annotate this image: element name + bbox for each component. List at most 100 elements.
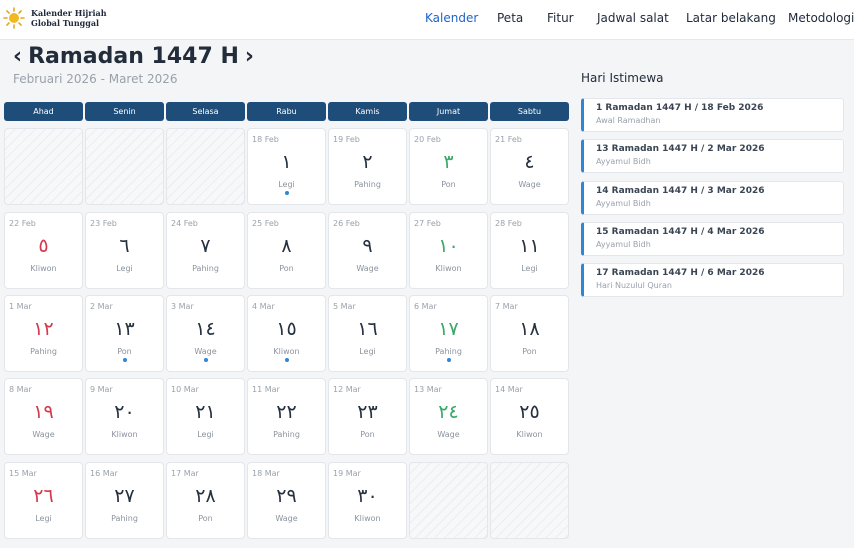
calendar-day[interactable]: 19 Mar ٣٠ Kliwon xyxy=(328,462,407,539)
nav-metodologi[interactable]: Metodologi xyxy=(788,11,854,25)
hijri-day-number: ٢٥ xyxy=(519,401,540,423)
event-dot-icon xyxy=(204,358,208,362)
prev-month-button[interactable]: ‹ xyxy=(13,45,22,69)
calendar-day[interactable]: 12 Mar ٢٣ Pon xyxy=(328,378,407,455)
special-day-item[interactable]: 1 Ramadan 1447 H / 18 Feb 2026 Awal Ramad… xyxy=(581,98,844,132)
gregorian-date: 24 Feb xyxy=(171,219,198,228)
calendar-day[interactable]: 20 Feb ٣ Pon xyxy=(409,128,488,205)
hijri-day-number: ١٦ xyxy=(357,318,378,340)
pasaran-label: Legi xyxy=(35,514,52,523)
calendar-day[interactable]: 16 Mar ٢٧ Pahing xyxy=(85,462,164,539)
calendar-day[interactable]: 21 Feb ٤ Wage xyxy=(490,128,569,205)
calendar-day[interactable]: 4 Mar ١٥ Kliwon xyxy=(247,295,326,372)
gregorian-date: 19 Feb xyxy=(333,135,360,144)
calendar-day[interactable]: 18 Mar ٢٩ Wage xyxy=(247,462,326,539)
hijri-day-number: ٢٨ xyxy=(195,485,216,507)
brand-name[interactable]: Kalender Hijriah Global Tunggal xyxy=(31,8,107,28)
weekday-ahad: Ahad xyxy=(4,102,83,121)
event-dot-icon xyxy=(123,358,127,362)
hijri-day-number: ٤ xyxy=(524,151,535,173)
calendar-day[interactable]: 1 Mar ١٢ Pahing xyxy=(4,295,83,372)
gregorian-date: 19 Mar xyxy=(333,469,361,478)
calendar-day[interactable]: 24 Feb ٧ Pahing xyxy=(166,212,245,289)
gregorian-date: 22 Feb xyxy=(9,219,36,228)
hijri-day-number: ٧ xyxy=(200,235,211,257)
gregorian-date: 8 Mar xyxy=(9,385,32,394)
nav-peta[interactable]: Peta xyxy=(497,11,523,25)
calendar-day[interactable]: 5 Mar ١٦ Legi xyxy=(328,295,407,372)
gregorian-date: 9 Mar xyxy=(90,385,113,394)
calendar-day[interactable]: 10 Mar ٢١ Legi xyxy=(166,378,245,455)
gregorian-date: 23 Feb xyxy=(90,219,117,228)
calendar-day[interactable]: 3 Mar ١٤ Wage xyxy=(166,295,245,372)
weekday-jumat: Jumat xyxy=(409,102,488,121)
gregorian-date: 28 Feb xyxy=(495,219,522,228)
special-day-item[interactable]: 17 Ramadan 1447 H / 6 Mar 2026 Hari Nuzul… xyxy=(581,263,844,297)
brand-line-2: Global Tunggal xyxy=(31,18,100,28)
special-day-item[interactable]: 14 Ramadan 1447 H / 3 Mar 2026 Ayyamul Bi… xyxy=(581,181,844,215)
pasaran-label: Pahing xyxy=(273,430,300,439)
next-month-button[interactable]: › xyxy=(245,45,254,69)
pasaran-label: Pon xyxy=(117,347,132,356)
weekday-sabtu: Sabtu xyxy=(490,102,569,121)
calendar-day[interactable]: 9 Mar ٢٠ Kliwon xyxy=(85,378,164,455)
calendar-day[interactable]: 7 Mar ١٨ Pon xyxy=(490,295,569,372)
pasaran-label: Wage xyxy=(518,180,541,189)
calendar-day[interactable]: 18 Feb ١ Legi xyxy=(247,128,326,205)
calendar-cell-empty xyxy=(166,128,245,205)
hijri-day-number: ١٩ xyxy=(33,401,54,423)
calendar-day[interactable]: 11 Mar ٢٢ Pahing xyxy=(247,378,326,455)
calendar-cell-empty xyxy=(490,462,569,539)
gregorian-date: 27 Feb xyxy=(414,219,441,228)
calendar-day[interactable]: 23 Feb ٦ Legi xyxy=(85,212,164,289)
calendar-day[interactable]: 28 Feb ١١ Legi xyxy=(490,212,569,289)
nav-latar-belakang[interactable]: Latar belakang xyxy=(686,11,776,25)
gregorian-date: 25 Feb xyxy=(252,219,279,228)
pasaran-label: Kliwon xyxy=(435,264,462,273)
hijri-day-number: ٢٤ xyxy=(438,401,459,423)
nav-fitur[interactable]: Fitur xyxy=(547,11,574,25)
gregorian-date: 18 Mar xyxy=(252,469,280,478)
calendar-cell-empty xyxy=(4,128,83,205)
gregorian-date: 11 Mar xyxy=(252,385,280,394)
gregorian-date: 3 Mar xyxy=(171,302,194,311)
pasaran-label: Pon xyxy=(279,264,294,273)
calendar-day[interactable]: 2 Mar ١٣ Pon xyxy=(85,295,164,372)
hijri-day-number: ٢ xyxy=(362,151,373,173)
nav-kalender[interactable]: Kalender xyxy=(425,11,478,25)
gregorian-date: 17 Mar xyxy=(171,469,199,478)
gregorian-date: 12 Mar xyxy=(333,385,361,394)
calendar-day[interactable]: 8 Mar ١٩ Wage xyxy=(4,378,83,455)
special-day-title: 14 Ramadan 1447 H / 3 Mar 2026 xyxy=(596,186,765,196)
calendar-day[interactable]: 27 Feb ١٠ Kliwon xyxy=(409,212,488,289)
calendar-day[interactable]: 14 Mar ٢٥ Kliwon xyxy=(490,378,569,455)
pasaran-label: Wage xyxy=(32,430,55,439)
calendar-day[interactable]: 15 Mar ٢٦ Legi xyxy=(4,462,83,539)
pasaran-label: Wage xyxy=(356,264,379,273)
calendar-day[interactable]: 22 Feb ٥ Kliwon xyxy=(4,212,83,289)
pasaran-label: Kliwon xyxy=(30,264,57,273)
special-day-item[interactable]: 13 Ramadan 1447 H / 2 Mar 2026 Ayyamul Bi… xyxy=(581,139,844,173)
special-day-subtitle: Ayyamul Bidh xyxy=(596,240,651,249)
hijri-day-number: ٣ xyxy=(443,151,454,173)
special-day-item[interactable]: 15 Ramadan 1447 H / 4 Mar 2026 Ayyamul Bi… xyxy=(581,222,844,256)
hijri-day-number: ٢٩ xyxy=(276,485,297,507)
hijri-day-number: ٢٧ xyxy=(114,485,135,507)
calendar-day[interactable]: 6 Mar ١٧ Pahing xyxy=(409,295,488,372)
pasaran-label: Kliwon xyxy=(354,514,381,523)
hijri-day-number: ٢١ xyxy=(195,401,216,423)
event-dot-icon xyxy=(447,358,451,362)
pasaran-label: Pahing xyxy=(111,514,138,523)
calendar-day[interactable]: 13 Mar ٢٤ Wage xyxy=(409,378,488,455)
sun-logo-icon[interactable] xyxy=(3,7,25,29)
calendar-day[interactable]: 17 Mar ٢٨ Pon xyxy=(166,462,245,539)
hijri-day-number: ٩ xyxy=(362,235,373,257)
hijri-day-number: ١٥ xyxy=(276,318,297,340)
weekday-kamis: Kamis xyxy=(328,102,407,121)
gregorian-date: 4 Mar xyxy=(252,302,275,311)
calendar-day[interactable]: 25 Feb ٨ Pon xyxy=(247,212,326,289)
nav-jadwal-salat[interactable]: Jadwal salat xyxy=(597,11,669,25)
pasaran-label: Pon xyxy=(522,347,537,356)
calendar-day[interactable]: 26 Feb ٩ Wage xyxy=(328,212,407,289)
calendar-day[interactable]: 19 Feb ٢ Pahing xyxy=(328,128,407,205)
